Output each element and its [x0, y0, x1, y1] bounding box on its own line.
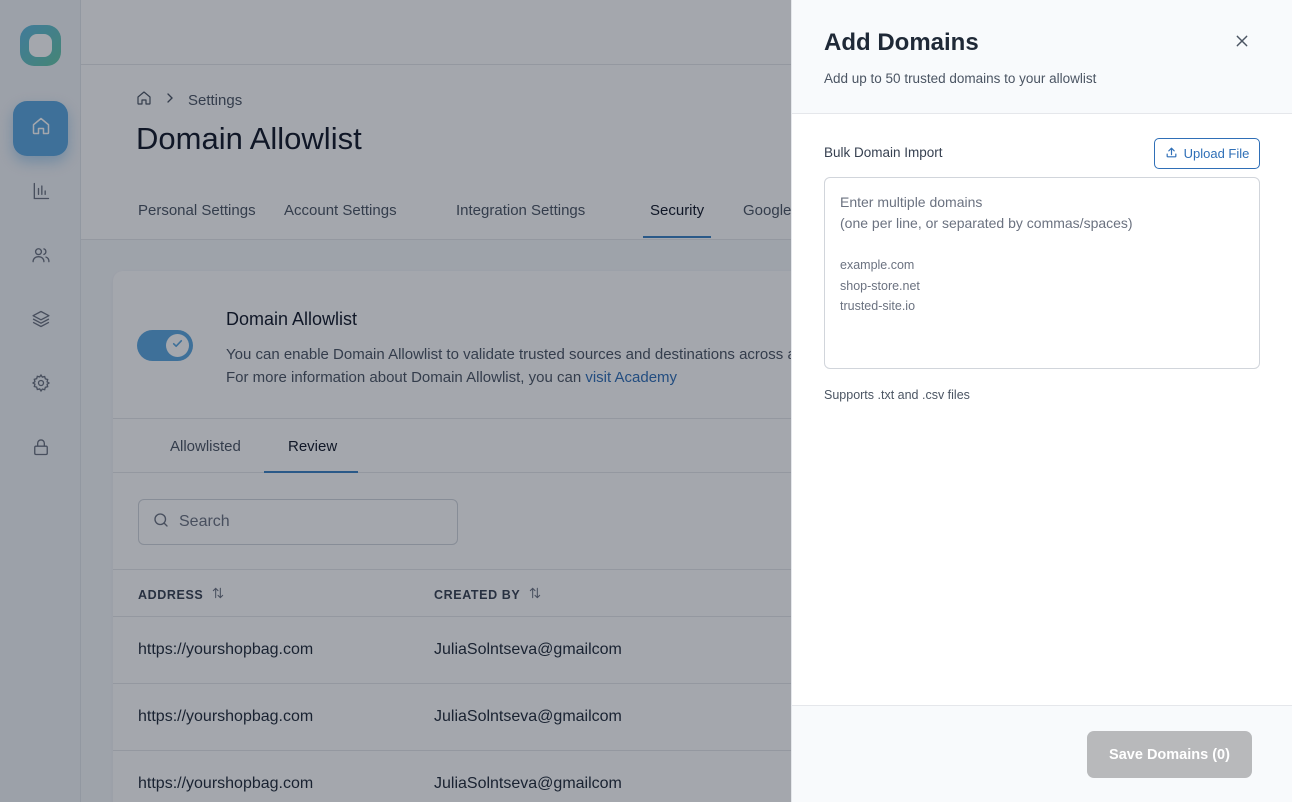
close-button[interactable]	[1231, 32, 1253, 54]
drawer-subtitle: Add up to 50 trusted domains to your all…	[824, 71, 1097, 86]
add-domains-drawer: Add Domains Add up to 50 trusted domains…	[791, 0, 1292, 802]
domains-textarea[interactable]: Enter multiple domains (one per line, or…	[824, 177, 1260, 369]
file-types-hint: Supports .txt and .csv files	[824, 388, 970, 402]
upload-file-label: Upload File	[1183, 146, 1250, 161]
placeholder-example: shop-store.net	[840, 278, 920, 293]
drawer-title: Add Domains	[824, 29, 979, 56]
close-icon	[1234, 33, 1250, 54]
bulk-import-label: Bulk Domain Import	[824, 145, 943, 160]
drawer-header: Add Domains Add up to 50 trusted domains…	[792, 0, 1292, 114]
upload-file-button[interactable]: Upload File	[1154, 138, 1260, 169]
upload-icon	[1165, 146, 1178, 162]
placeholder-example: trusted-site.io	[840, 299, 916, 313]
modal-backdrop[interactable]	[0, 0, 791, 802]
placeholder-line-1: Enter multiple domains	[840, 194, 983, 210]
save-domains-button[interactable]: Save Domains (0)	[1087, 731, 1252, 778]
placeholder-example: example.com	[840, 258, 915, 272]
placeholder-gap	[840, 234, 1244, 255]
drawer-footer: Save Domains (0)	[792, 705, 1292, 802]
placeholder-line-2: (one per line, or separated by commas/sp…	[840, 215, 1133, 231]
